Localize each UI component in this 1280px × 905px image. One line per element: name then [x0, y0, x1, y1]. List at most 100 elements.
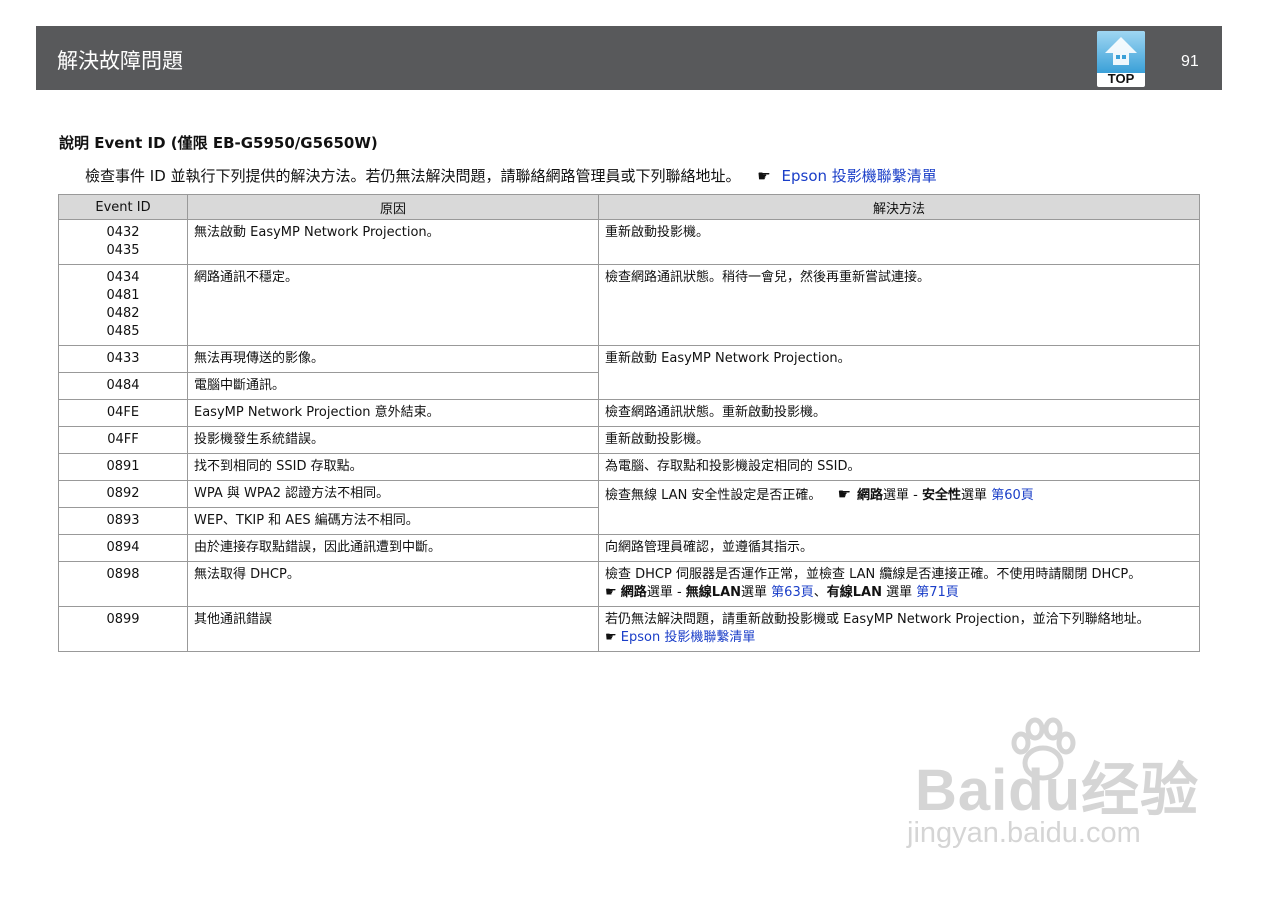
- event-id-cell: 0893: [58, 507, 188, 535]
- column-header-event-id: Event ID: [58, 194, 188, 220]
- menu-name: 安全性: [922, 488, 962, 503]
- cause-cell: 找不到相同的 SSID 存取點。: [187, 453, 599, 481]
- event-id: 0481: [106, 288, 140, 303]
- event-id-cell: 0899: [58, 606, 188, 652]
- cause-cell: WEP、TKIP 和 AES 編碼方法不相同。: [187, 507, 599, 535]
- table-row: 0898 無法取得 DHCP。 檢查 DHCP 伺服器是否運作正常，並檢查 LA…: [58, 561, 1200, 607]
- menu-name: 無線LAN: [685, 585, 742, 600]
- page-number: 91: [1181, 53, 1199, 70]
- table-row: 0433 無法再現傳送的影像。 重新啟動 EasyMP Network Proj…: [58, 345, 1200, 400]
- event-id: 0892: [106, 486, 140, 501]
- page-link[interactable]: 第71頁: [916, 585, 959, 600]
- column-header-cause: 原因: [187, 194, 599, 220]
- solution-cell: 為電腦、存取點和投影機設定相同的 SSID。: [598, 453, 1200, 481]
- solution-cell: 檢查 DHCP 伺服器是否運作正常，並檢查 LAN 纜線是否連接正確。不使用時請…: [598, 561, 1200, 607]
- solution-cell: 檢查網路通訊狀態。重新啟動投影機。: [598, 399, 1200, 427]
- event-id-cell: 0484: [58, 372, 188, 400]
- event-id: 0482: [106, 306, 140, 321]
- table-header-row: Event ID 原因 解決方法: [58, 194, 1200, 220]
- solution-text: 檢查 DHCP 伺服器是否運作正常，並檢查 LAN 纜線是否連接正確。不使用時請…: [605, 567, 1142, 582]
- cause-cell: 其他通訊錯誤: [187, 606, 599, 652]
- table-row: 04FF 投影機發生系統錯誤。 重新啟動投影機。: [58, 426, 1200, 454]
- hand-pointer-icon: ☛: [757, 167, 771, 185]
- menu-separator: 選單 -: [646, 585, 686, 600]
- section-title: 說明 Event ID (僅限 EB-G5950/G5650W): [59, 134, 378, 152]
- table-row: 0432 0435 無法啟動 EasyMP Network Projection…: [58, 219, 1200, 265]
- event-id-table: Event ID 原因 解決方法 0432 0435 無法啟動 EasyMP N…: [58, 194, 1200, 652]
- cause-cell: WPA 與 WPA2 認證方法不相同。: [187, 480, 599, 508]
- watermark-url: jingyan.baidu.com: [907, 817, 1141, 849]
- page-header: 解決故障問題 TOP 91: [36, 26, 1222, 90]
- description-text: 檢查事件 ID 並執行下列提供的解決方法。若仍無法解決問題，請聯絡網路管理員或下…: [85, 167, 741, 185]
- cause-cell: 由於連接存取點錯誤，因此通訊遭到中斷。: [187, 534, 599, 562]
- menu-separator: 選單: [741, 585, 768, 600]
- menu-name: 網路: [620, 585, 647, 600]
- menu-name: 有線LAN: [826, 585, 882, 600]
- cause-cell: 電腦中斷通訊。: [187, 372, 599, 400]
- event-id: 0433: [106, 351, 140, 366]
- table-row: 0434 0481 0482 0485 網路通訊不穩定。 檢查網路通訊狀態。稍待…: [58, 264, 1200, 346]
- cause-cell: 網路通訊不穩定。: [187, 264, 599, 346]
- event-id: 04FF: [107, 432, 139, 447]
- page-link[interactable]: 第63頁: [771, 585, 814, 600]
- event-id-cell: 0433: [58, 345, 188, 373]
- hand-pointer-icon: ☛: [837, 485, 852, 503]
- menu-separator: 選單: [881, 585, 913, 600]
- contact-list-link[interactable]: Epson 投影機聯繫清單: [782, 167, 937, 185]
- event-id: 0485: [106, 324, 140, 339]
- top-button-label: TOP: [1107, 71, 1135, 86]
- cause-cell: 無法再現傳送的影像。: [187, 345, 599, 373]
- event-id: 0434: [106, 270, 140, 285]
- table-row: 0891 找不到相同的 SSID 存取點。 為電腦、存取點和投影機設定相同的 S…: [58, 453, 1200, 481]
- event-id-cell: 0432 0435: [58, 219, 188, 265]
- event-id: 0891: [106, 459, 140, 474]
- solution-cell: 向網路管理員確認，並遵循其指示。: [598, 534, 1200, 562]
- event-id-cell: 04FF: [58, 426, 188, 454]
- event-id-cell: 0892: [58, 480, 188, 508]
- menu-name: 網路: [857, 488, 884, 503]
- column-header-solution: 解決方法: [598, 194, 1200, 220]
- solution-cell: 若仍無法解決問題，請重新啟動投影機或 EasyMP Network Projec…: [598, 606, 1200, 652]
- watermark-logo-text: Baidu经验: [915, 758, 1200, 823]
- table-row: 0894 由於連接存取點錯誤，因此通訊遭到中斷。 向網路管理員確認，並遵循其指示…: [58, 534, 1200, 562]
- event-id-cell: 04FE: [58, 399, 188, 427]
- event-id: 0898: [106, 567, 140, 582]
- solution-text: 若仍無法解決問題，請重新啟動投影機或 EasyMP Network Projec…: [605, 612, 1150, 627]
- cause-cell: EasyMP Network Projection 意外結束。: [187, 399, 599, 427]
- event-id-cell: 0894: [58, 534, 188, 562]
- solution-reference: ☛ Epson 投影機聯繫清單: [605, 629, 1193, 647]
- baidu-watermark: Baidu经验 jingyan.baidu.com: [905, 715, 1205, 865]
- solution-cell: 重新啟動 EasyMP Network Projection。: [598, 345, 1200, 400]
- event-id: 0432: [106, 225, 140, 240]
- hand-pointer-icon: ☛: [605, 630, 621, 645]
- event-id: 0484: [106, 378, 140, 393]
- table-row: 0892 WPA 與 WPA2 認證方法不相同。 檢查無線 LAN 安全性設定是…: [58, 480, 1200, 535]
- event-id: 04FE: [106, 405, 140, 420]
- event-id-cell: 0434 0481 0482 0485: [58, 264, 188, 346]
- top-arrow-icon: [1097, 31, 1145, 73]
- solution-reference: ☛ 網路選單 - 無線LAN選單 第63頁、有線LAN 選單 第71頁: [605, 584, 1193, 602]
- event-id: 0435: [106, 243, 140, 258]
- menu-separator: 選單 -: [883, 488, 923, 503]
- contact-list-link[interactable]: Epson 投影機聯繫清單: [621, 630, 756, 645]
- page-title: 解決故障問題: [57, 49, 183, 73]
- page-link[interactable]: 第60頁: [991, 488, 1034, 503]
- solution-cell: 檢查無線 LAN 安全性設定是否正確。 ☛ 網路選單 - 安全性選單 第60頁: [598, 480, 1200, 535]
- event-id: 0894: [106, 540, 140, 555]
- top-button[interactable]: TOP: [1097, 31, 1145, 87]
- solution-text: 檢查無線 LAN 安全性設定是否正確。: [605, 488, 822, 503]
- event-id: 0893: [106, 513, 140, 528]
- event-id: 0899: [106, 612, 140, 627]
- hand-pointer-icon: ☛: [605, 585, 621, 600]
- cause-cell: 無法取得 DHCP。: [187, 561, 599, 607]
- menu-separator: 選單: [961, 488, 988, 503]
- cause-cell: 無法啟動 EasyMP Network Projection。: [187, 219, 599, 265]
- table-row: 04FE EasyMP Network Projection 意外結束。 檢查網…: [58, 399, 1200, 427]
- menu-separator: 、: [813, 585, 827, 600]
- solution-cell: 重新啟動投影機。: [598, 219, 1200, 265]
- event-id-cell: 0898: [58, 561, 188, 607]
- cause-cell: 投影機發生系統錯誤。: [187, 426, 599, 454]
- solution-cell: 檢查網路通訊狀態。稍待一會兒，然後再重新嘗試連接。: [598, 264, 1200, 346]
- table-row: 0899 其他通訊錯誤 若仍無法解決問題，請重新啟動投影機或 EasyMP Ne…: [58, 606, 1200, 652]
- section-description: 檢查事件 ID 並執行下列提供的解決方法。若仍無法解決問題，請聯絡網路管理員或下…: [85, 165, 937, 186]
